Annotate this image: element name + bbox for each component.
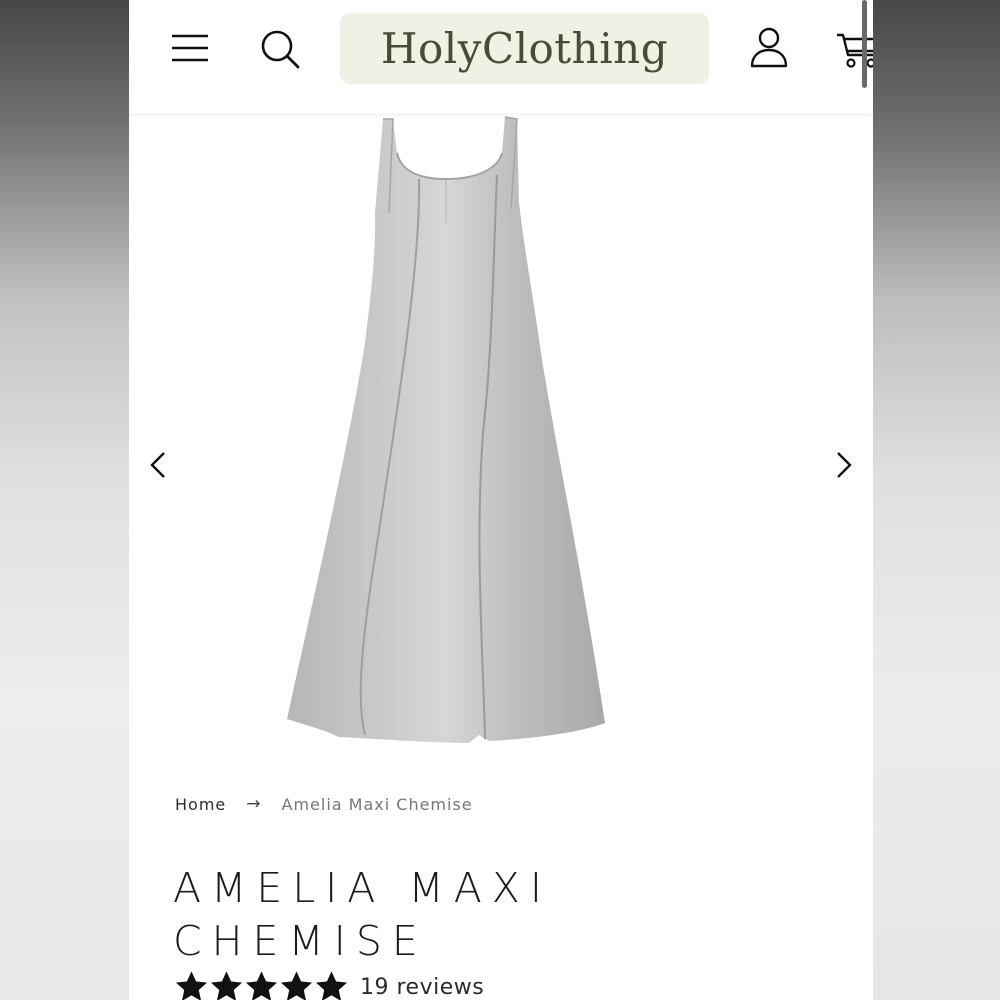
star-icon [315, 971, 348, 1000]
search-icon[interactable] [259, 28, 301, 70]
chevron-right-icon[interactable] [831, 450, 855, 480]
breadcrumb: Home → Amelia Maxi Chemise [175, 792, 473, 816]
user-account-icon[interactable] [749, 27, 789, 69]
logo-text: HolyClothing [380, 24, 669, 73]
star-icon [175, 971, 208, 1000]
site-header: HolyClothing [129, 0, 873, 113]
product-rating: 19 reviews [175, 970, 484, 1000]
product-title-line-2: CHEMISE [173, 917, 428, 965]
breadcrumb-home-link[interactable]: Home [175, 795, 226, 814]
page-scrollbar[interactable] [862, 0, 867, 88]
product-title: AMELIA MAXI CHEMISE [173, 862, 693, 968]
background-left [0, 0, 129, 1000]
chevron-left-icon[interactable] [147, 450, 171, 480]
site-logo[interactable]: HolyClothing [340, 13, 709, 84]
product-title-line-1: AMELIA MAXI [173, 864, 552, 912]
breadcrumb-separator: → [246, 794, 262, 814]
hamburger-menu-icon[interactable] [171, 33, 209, 63]
mobile-page: HolyClothing Home → Amelia Maxi Chemise … [129, 0, 873, 1000]
breadcrumb-current: Amelia Maxi Chemise [281, 794, 473, 814]
star-icon [210, 971, 243, 1000]
background-right [873, 0, 1000, 1000]
reviews-count-link[interactable]: 19 reviews [360, 975, 484, 1000]
star-icon [245, 971, 278, 1000]
product-image-gallery [129, 113, 873, 773]
rating-stars[interactable] [175, 971, 350, 1000]
star-icon [280, 971, 313, 1000]
shopping-cart-icon[interactable] [835, 29, 873, 71]
product-image[interactable] [279, 113, 609, 748]
